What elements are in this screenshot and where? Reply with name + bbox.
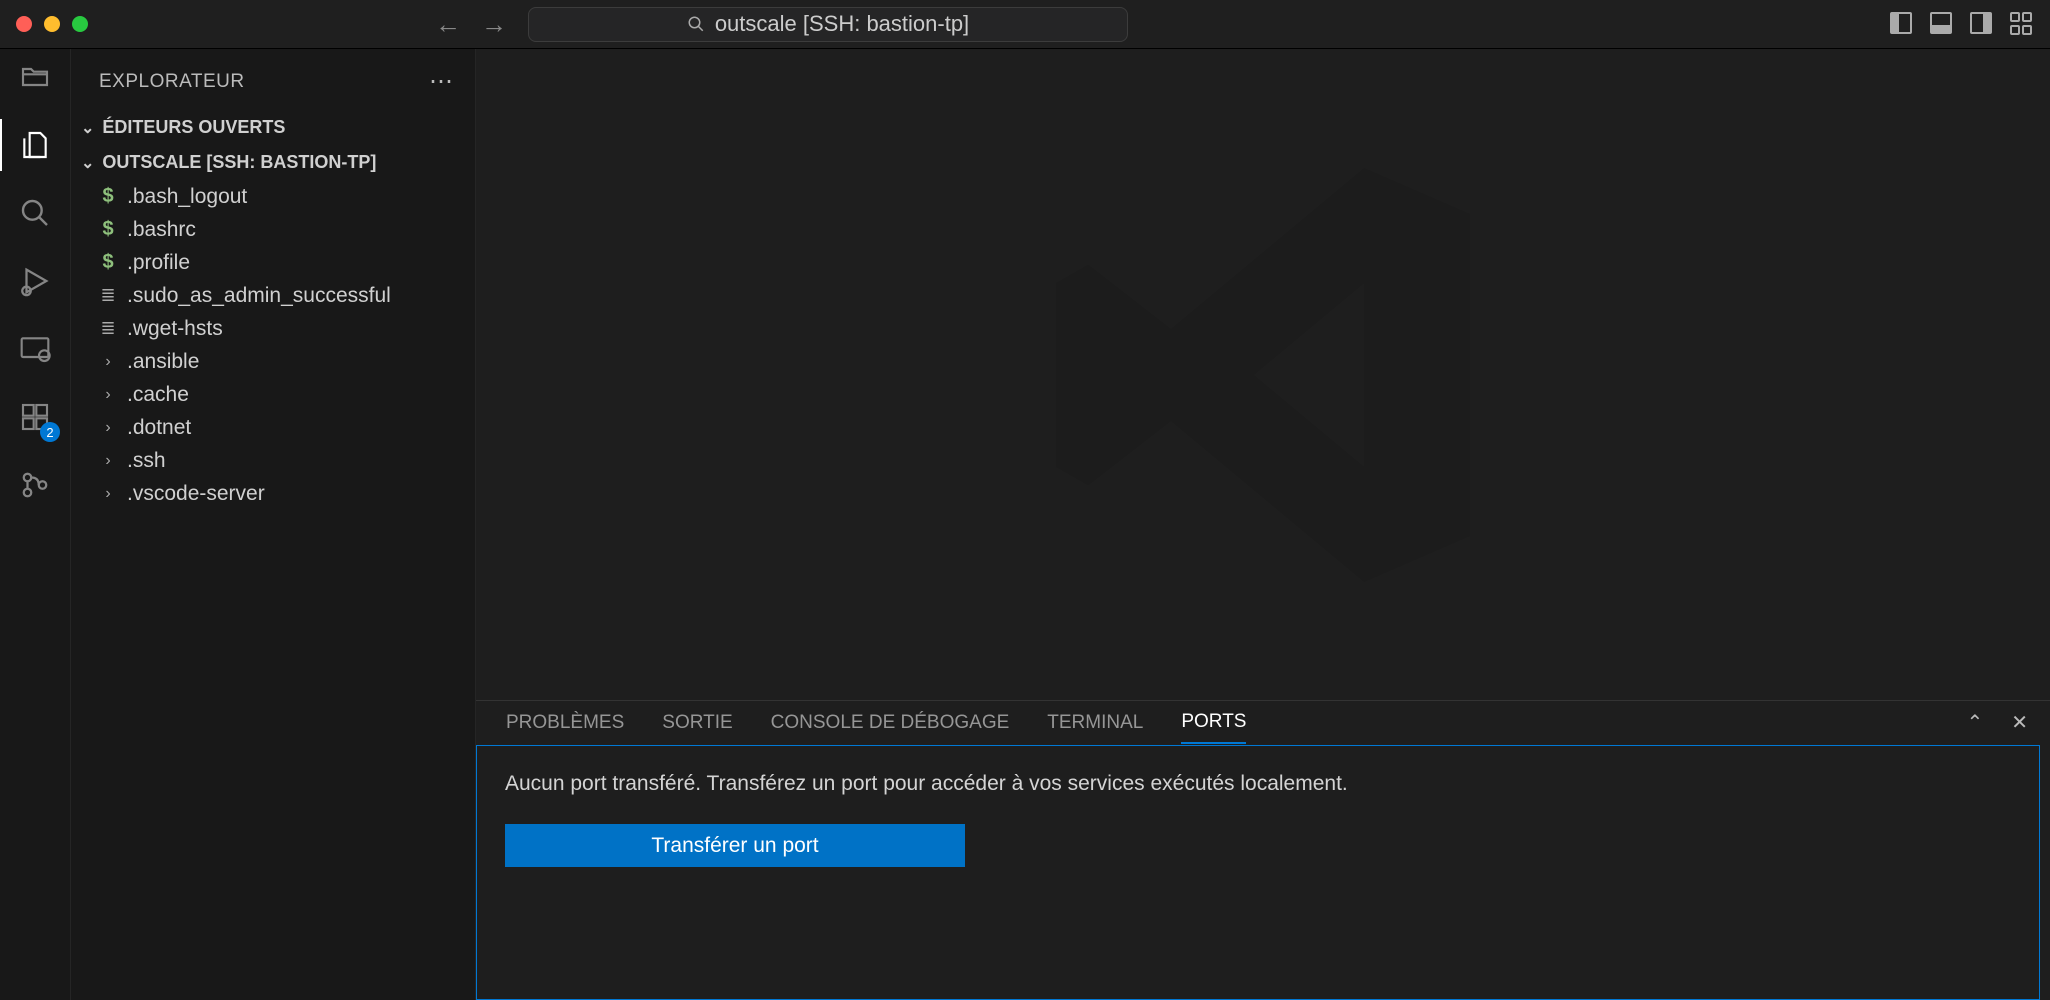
file-tree: $ .bash_logout $ .bashrc $ .profile ≣ .sudo_as_… [71,180,475,510]
chevron-down-icon: ⌄ [81,153,94,173]
customize-layout-icon[interactable] [2010,12,2034,36]
run-debug-icon[interactable] [15,261,55,301]
folder-label: .ansible [127,350,199,374]
shell-file-icon: $ [102,251,113,274]
nav-forward-icon[interactable]: → [481,9,507,40]
remote-explorer-icon[interactable] [15,329,55,369]
title-bar: ← → outscale [SSH: bastion-tp] [0,0,2050,49]
file-item[interactable]: ≣ .wget-hsts [71,312,475,345]
text-file-icon: ≣ [100,285,115,306]
nav-arrows: ← → [435,9,507,40]
tab-problems[interactable]: PROBLÈMES [506,701,624,744]
toggle-panel-icon[interactable] [1930,12,1952,34]
source-control-icon[interactable] [15,465,55,505]
close-window-dot[interactable] [16,16,32,32]
folder-item[interactable]: › .dotnet [71,411,475,444]
folder-open-icon[interactable] [15,57,55,97]
file-label: .profile [127,251,190,275]
folder-section[interactable]: ⌄ OUTSCALE [SSH: BASTION-TP] [71,145,475,180]
tab-terminal[interactable]: TERMINAL [1047,701,1143,744]
folder-label: .dotnet [127,416,191,440]
chevron-right-icon: › [99,386,117,404]
open-editors-section[interactable]: ⌄ ÉDITEURS OUVERTS [71,110,475,145]
file-label: .wget-hsts [127,317,223,341]
folder-item[interactable]: › .ansible [71,345,475,378]
vscode-watermark-icon [1033,145,1493,605]
file-item[interactable]: $ .profile [71,246,475,279]
text-file-icon: ≣ [100,318,115,339]
tab-debug-console[interactable]: CONSOLE DE DÉBOGAGE [771,701,1010,744]
panel-maximize-icon[interactable]: ⌃ [1966,710,1983,735]
file-item[interactable]: $ .bash_logout [71,180,475,213]
explorer-sidebar: EXPLORATEUR ⋯ ⌄ ÉDITEURS OUVERTS ⌄ OUTSC… [71,49,476,1000]
maximize-window-dot[interactable] [72,16,88,32]
editor-background [476,49,2050,700]
folder-item[interactable]: › .cache [71,378,475,411]
ports-empty-message: Aucun port transféré. Transférez un port… [505,772,2011,796]
chevron-right-icon: › [99,353,117,371]
folder-section-label: OUTSCALE [SSH: BASTION-TP] [102,152,376,173]
chevron-right-icon: › [99,452,117,470]
folder-label: .vscode-server [127,482,265,506]
open-editors-label: ÉDITEURS OUVERTS [102,117,285,138]
file-label: .bash_logout [127,185,247,209]
toggle-primary-sidebar-icon[interactable] [1890,12,1912,34]
explorer-more-icon[interactable]: ⋯ [429,67,455,96]
chevron-right-icon: › [99,419,117,437]
forward-port-button[interactable]: Transférer un port [505,824,965,867]
folder-label: .cache [127,383,189,407]
bottom-panel: PROBLÈMES SORTIE CONSOLE DE DÉBOGAGE TER… [476,700,2050,1000]
file-item[interactable]: $ .bashrc [71,213,475,246]
extensions-badge: 2 [40,422,60,442]
file-item[interactable]: ≣ .sudo_as_admin_successful [71,279,475,312]
search-activity-icon[interactable] [15,193,55,233]
activity-bar: 2 [0,49,71,1000]
chevron-down-icon: ⌄ [81,118,94,138]
file-label: .sudo_as_admin_successful [127,284,391,308]
folder-item[interactable]: › .vscode-server [71,477,475,510]
command-center[interactable]: outscale [SSH: bastion-tp] [528,7,1128,42]
shell-file-icon: $ [102,218,113,241]
ports-panel-body: Aucun port transféré. Transférez un port… [476,745,2040,1000]
layout-controls [1890,12,2034,36]
explorer-icon[interactable] [15,125,55,165]
shell-file-icon: $ [102,185,113,208]
tab-output[interactable]: SORTIE [662,701,732,744]
window-controls [16,16,88,32]
folder-label: .ssh [127,449,166,473]
nav-back-icon[interactable]: ← [435,9,461,40]
tab-ports[interactable]: PORTS [1181,701,1246,744]
chevron-right-icon: › [99,485,117,503]
editor-area: PROBLÈMES SORTIE CONSOLE DE DÉBOGAGE TER… [476,49,2050,1000]
file-label: .bashrc [127,218,196,242]
panel-tabs: PROBLÈMES SORTIE CONSOLE DE DÉBOGAGE TER… [476,701,2050,745]
toggle-secondary-sidebar-icon[interactable] [1970,12,1992,34]
minimize-window-dot[interactable] [44,16,60,32]
panel-close-icon[interactable]: ✕ [2011,710,2028,735]
folder-item[interactable]: › .ssh [71,444,475,477]
search-icon [687,15,705,33]
explorer-title: EXPLORATEUR [99,71,245,93]
command-center-text: outscale [SSH: bastion-tp] [715,11,969,37]
extensions-icon[interactable]: 2 [15,397,55,437]
